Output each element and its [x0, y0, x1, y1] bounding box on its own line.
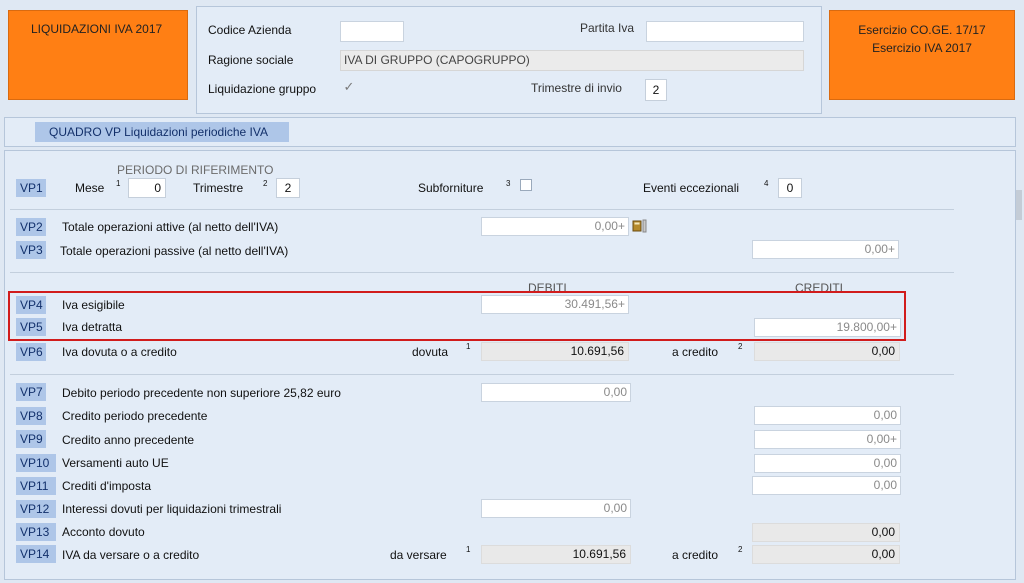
vp6-dovuta-field: 10.691,56: [481, 342, 629, 361]
vp11-field[interactable]: 0,00: [752, 476, 901, 495]
vp7-label: Debito periodo precedente non superiore …: [62, 386, 341, 400]
vp6-label: Iva dovuta o a credito: [62, 345, 177, 359]
esercizio-box: Esercizio CO.GE. 17/17 Esercizio IVA 201…: [829, 10, 1015, 100]
esercizio-coge: Esercizio CO.GE. 17/17: [858, 23, 986, 37]
vp11-label: Crediti d'imposta: [62, 479, 151, 493]
vp13-field: 0,00: [752, 523, 900, 542]
vp6-dovuta-label: dovuta: [412, 345, 449, 359]
quadro-title: QUADRO VP Liquidazioni periodiche IVA: [35, 122, 289, 142]
eventi-label: Eventi eccezionali: [643, 181, 740, 195]
separator: [10, 272, 954, 273]
subforniture-checkbox[interactable]: [520, 179, 532, 191]
trimestre-invio-field[interactable]: 2: [645, 79, 667, 101]
vp6-dovuta-sup: 1: [466, 342, 471, 351]
trimestre-field[interactable]: 2: [276, 178, 300, 198]
partita-iva-field[interactable]: [646, 21, 804, 42]
trimestre-sup: 2: [263, 179, 268, 188]
vp14-credito-label: a credito: [672, 548, 719, 562]
vp14-versare-field: 10.691,56: [481, 545, 631, 564]
highlight-box: [8, 291, 906, 341]
vp10-label: Versamenti auto UE: [62, 456, 169, 470]
liquidazione-gruppo-label: Liquidazione gruppo: [208, 82, 317, 96]
vp3-field[interactable]: 0,00+: [752, 240, 899, 259]
vp14-versare-label: da versare: [390, 548, 447, 562]
eventi-field[interactable]: 0: [778, 178, 802, 198]
vp13-label: Acconto dovuto: [62, 525, 145, 539]
ragione-sociale-label: Ragione sociale: [208, 53, 294, 67]
vp6-code: VP6: [16, 343, 46, 361]
vp8-code: VP8: [16, 407, 46, 425]
vp3-code: VP3: [16, 241, 46, 259]
eventi-sup: 4: [764, 179, 769, 188]
vp2-field[interactable]: 0,00+: [481, 217, 629, 236]
page-title: LIQUIDAZIONI IVA 2017: [31, 22, 163, 36]
vp12-field[interactable]: 0,00: [481, 499, 631, 518]
separator: [10, 374, 954, 375]
mese-sup: 1: [116, 179, 121, 188]
vp14-credito-sup: 2: [738, 545, 743, 554]
partita-iva-label: Partita Iva: [580, 21, 635, 35]
vp9-label: Credito anno precedente: [62, 433, 195, 447]
trimestre-invio-label: Trimestre di invio: [531, 81, 622, 95]
vp7-code: VP7: [16, 383, 46, 401]
vp2-label: Totale operazioni attive (al netto dell'…: [62, 220, 279, 234]
vp6-credito-sup: 2: [738, 342, 743, 351]
vp14-versare-sup: 1: [466, 545, 471, 554]
title-box: LIQUIDAZIONI IVA 2017: [8, 10, 188, 100]
vp10-code: VP10: [16, 454, 56, 472]
subforniture-label: Subforniture: [418, 181, 484, 195]
vp7-field[interactable]: 0,00: [481, 383, 631, 402]
ragione-sociale-field[interactable]: IVA DI GRUPPO (CAPOGRUPPO): [340, 50, 804, 71]
vp2-code: VP2: [16, 218, 46, 236]
vp14-code: VP14: [16, 545, 56, 563]
vp3-label: Totale operazioni passive (al netto dell…: [60, 244, 289, 258]
vp9-field[interactable]: 0,00+: [754, 430, 901, 449]
scrollbar[interactable]: [1016, 190, 1022, 220]
separator: [10, 209, 954, 210]
subforniture-sup: 3: [506, 179, 511, 188]
vp14-label: IVA da versare o a credito: [62, 548, 200, 562]
codice-azienda-field[interactable]: [340, 21, 404, 42]
esercizio-iva: Esercizio IVA 2017: [872, 41, 972, 55]
vp9-code: VP9: [16, 430, 46, 448]
vp6-credito-label: a credito: [672, 345, 719, 359]
vp12-label: Interessi dovuti per liquidazioni trimes…: [62, 502, 282, 516]
vp11-code: VP11: [16, 477, 56, 495]
periodo-label: PERIODO DI RIFERIMENTO: [117, 163, 274, 177]
calculator-icon[interactable]: [632, 219, 648, 233]
mese-label: Mese: [75, 181, 105, 195]
liquidazione-gruppo-checkbox[interactable]: ✓: [343, 80, 355, 94]
vp12-code: VP12: [16, 500, 56, 518]
vp14-credito-field: 0,00: [752, 545, 900, 564]
vp10-field[interactable]: 0,00: [754, 454, 901, 473]
vp8-label: Credito periodo precedente: [62, 409, 208, 423]
vp1-code: VP1: [16, 179, 46, 197]
vp6-credito-field: 0,00: [754, 342, 900, 361]
vp8-field[interactable]: 0,00: [754, 406, 901, 425]
vp13-code: VP13: [16, 523, 56, 541]
trimestre-label: Trimestre: [193, 181, 244, 195]
codice-azienda-label: Codice Azienda: [208, 23, 292, 37]
mese-field[interactable]: 0: [128, 178, 166, 198]
